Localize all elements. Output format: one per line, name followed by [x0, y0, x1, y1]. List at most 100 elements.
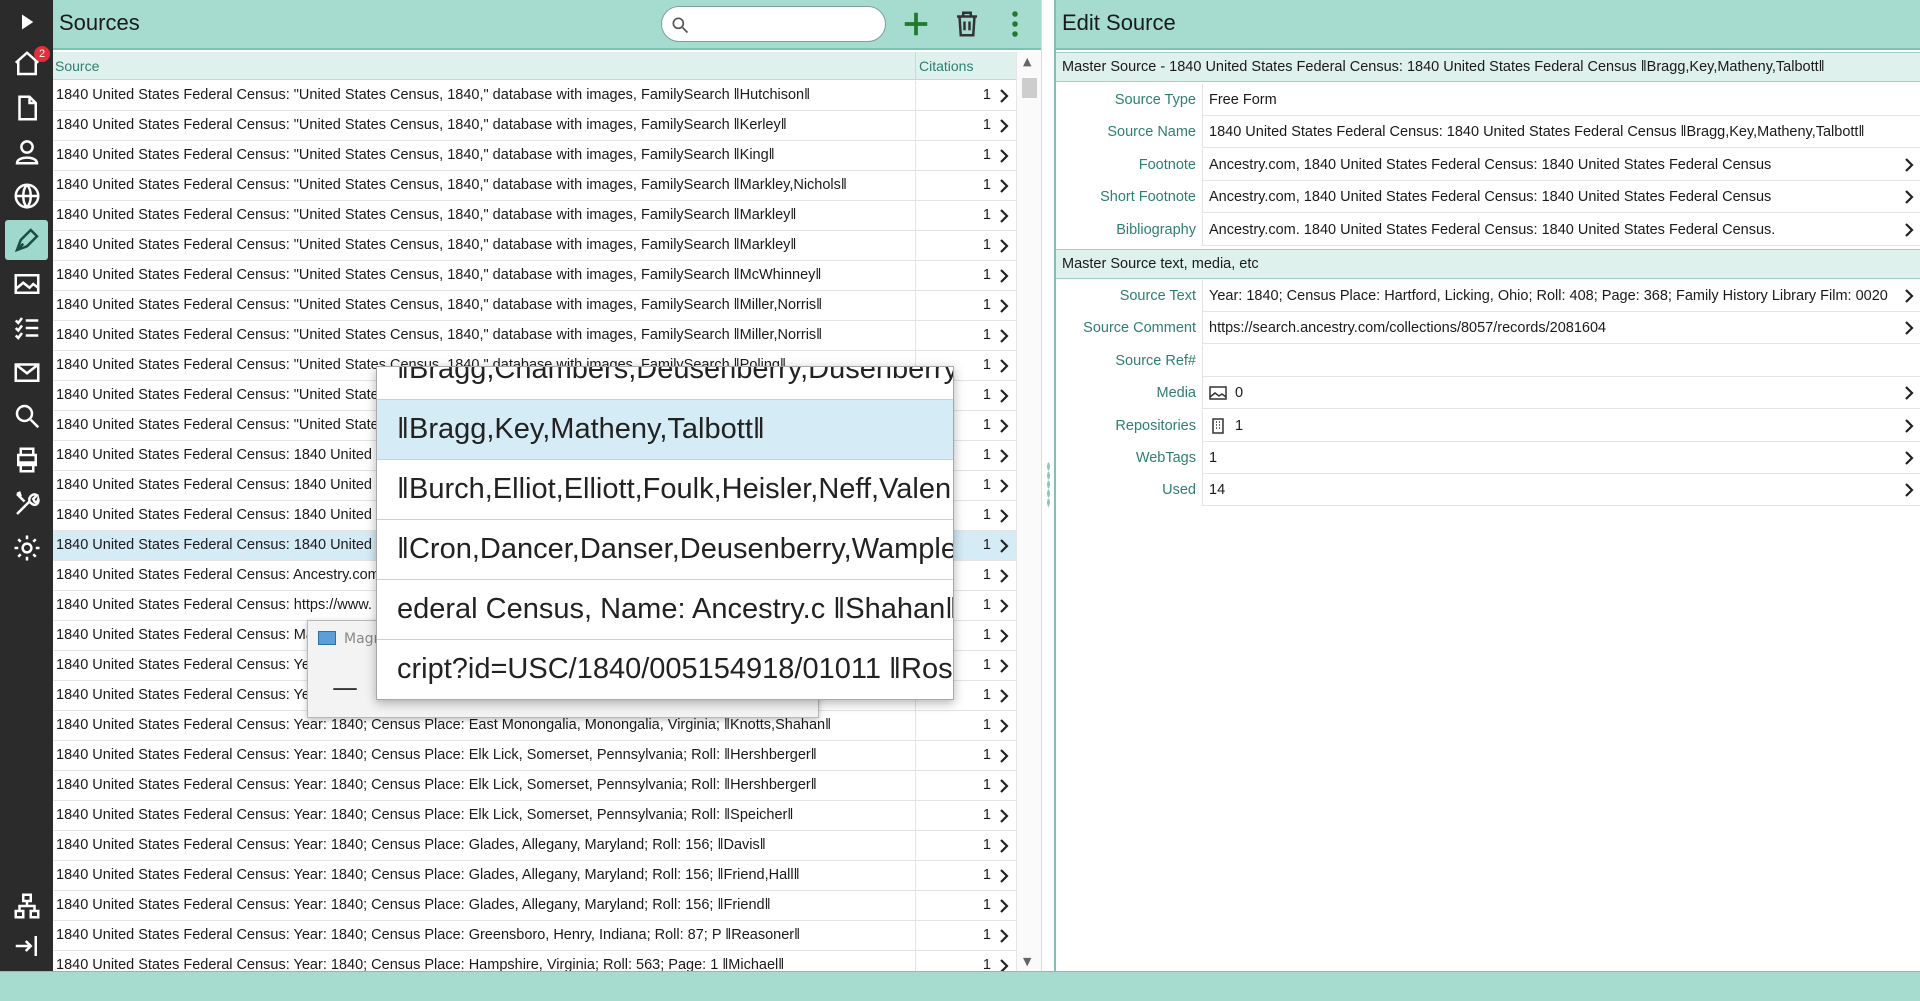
table-row[interactable]: 1840 United States Federal Census: "Unit…	[53, 111, 1016, 141]
chevron-right-icon[interactable]	[997, 808, 1011, 824]
family-tree-icon[interactable]	[5, 886, 48, 926]
scroll-down-icon[interactable]: ▼	[1023, 955, 1031, 968]
source-text-value[interactable]: Year: 1840; Census Place: Hartford, Lick…	[1202, 280, 1920, 312]
chevron-right-icon[interactable]	[1902, 189, 1916, 205]
chevron-right-icon[interactable]	[997, 538, 1011, 554]
table-row[interactable]: 1840 United States Federal Census: Year:…	[53, 861, 1016, 891]
search-input[interactable]	[696, 13, 876, 35]
settings-icon[interactable]	[5, 528, 48, 568]
short-footnote-value[interactable]: Ancestry.com, 1840 United States Federal…	[1202, 181, 1920, 214]
table-row[interactable]: 1840 United States Federal Census: Year:…	[53, 771, 1016, 801]
pen-icon[interactable]	[5, 220, 48, 260]
chevron-right-icon[interactable]	[997, 778, 1011, 794]
logout-icon[interactable]	[5, 926, 48, 966]
image-icon[interactable]	[5, 264, 48, 304]
used-value[interactable]: 14	[1202, 474, 1920, 507]
chevron-right-icon[interactable]	[997, 418, 1011, 434]
chevron-right-icon[interactable]	[1902, 385, 1916, 401]
citation-count: 1	[982, 717, 991, 733]
minimize-icon[interactable]: —	[332, 673, 358, 703]
splitter-grip[interactable]	[1047, 462, 1050, 508]
table-row[interactable]: 1840 United States Federal Census: Year:…	[53, 951, 1016, 971]
chevron-right-icon[interactable]	[997, 598, 1011, 614]
chevron-right-icon[interactable]	[997, 88, 1011, 104]
chevron-right-icon[interactable]	[997, 448, 1011, 464]
table-row[interactable]: 1840 United States Federal Census: "Unit…	[53, 231, 1016, 261]
chevron-right-icon[interactable]	[997, 928, 1011, 944]
citation-count: 1	[982, 177, 991, 193]
chevron-right-icon[interactable]	[997, 118, 1011, 134]
chevron-right-icon[interactable]	[997, 478, 1011, 494]
source-comment-value[interactable]: https://search.ancestry.com/collections/…	[1202, 312, 1920, 345]
chevron-right-icon[interactable]	[997, 268, 1011, 284]
search-icon[interactable]	[5, 396, 48, 436]
column-header-source[interactable]: Source	[55, 58, 99, 74]
chevron-right-icon[interactable]	[997, 178, 1011, 194]
delete-source-button[interactable]	[949, 6, 985, 42]
chevron-right-icon[interactable]	[997, 388, 1011, 404]
footnote-value[interactable]: Ancestry.com, 1840 United States Federal…	[1202, 148, 1920, 181]
chevron-right-icon[interactable]	[997, 748, 1011, 764]
table-row[interactable]: 1840 United States Federal Census: Year:…	[53, 891, 1016, 921]
table-row[interactable]: 1840 United States Federal Census: "Unit…	[53, 141, 1016, 171]
chevron-right-icon[interactable]	[997, 898, 1011, 914]
scroll-thumb[interactable]	[1022, 78, 1037, 98]
table-row[interactable]: 1840 United States Federal Census: "Unit…	[53, 171, 1016, 201]
webtags-value[interactable]: 1	[1202, 442, 1920, 474]
more-options-button[interactable]	[997, 6, 1033, 42]
table-row[interactable]: 1840 United States Federal Census: "Unit…	[53, 201, 1016, 231]
search-box[interactable]	[661, 6, 886, 42]
chevron-right-icon[interactable]	[997, 958, 1011, 971]
chevron-right-icon[interactable]	[1902, 482, 1916, 498]
chevron-right-icon[interactable]	[1902, 418, 1916, 434]
scroll-up-icon[interactable]: ▲	[1023, 55, 1031, 68]
chevron-right-icon[interactable]	[997, 238, 1011, 254]
person-icon[interactable]	[5, 132, 48, 172]
globe-icon[interactable]	[5, 176, 48, 216]
chevron-right-icon[interactable]	[1902, 222, 1916, 238]
chevron-right-icon[interactable]	[997, 838, 1011, 854]
tasks-icon[interactable]	[5, 308, 48, 348]
chevron-right-icon[interactable]	[997, 658, 1011, 674]
table-row[interactable]: 1840 United States Federal Census: Year:…	[53, 921, 1016, 951]
table-row[interactable]: 1840 United States Federal Census: Year:…	[53, 801, 1016, 831]
tools-icon[interactable]	[5, 484, 48, 524]
source-name-value[interactable]: 1840 United States Federal Census: 1840 …	[1202, 116, 1920, 149]
chevron-right-icon[interactable]	[997, 298, 1011, 314]
chevron-right-icon[interactable]	[997, 868, 1011, 884]
table-row[interactable]: 1840 United States Federal Census: "Unit…	[53, 291, 1016, 321]
chevron-right-icon[interactable]	[1902, 288, 1916, 304]
chevron-right-icon[interactable]	[997, 328, 1011, 344]
chevron-right-icon[interactable]	[997, 568, 1011, 584]
chevron-right-icon[interactable]	[997, 628, 1011, 644]
table-row[interactable]: 1840 United States Federal Census: "Unit…	[53, 321, 1016, 351]
document-icon[interactable]	[5, 88, 48, 128]
play-icon[interactable]	[5, 2, 48, 42]
sources-scrollbar[interactable]: ▲ ▼	[1016, 52, 1041, 971]
chevron-right-icon[interactable]	[1902, 450, 1916, 466]
column-header-citations[interactable]: Citations	[919, 58, 973, 74]
table-row[interactable]: 1840 United States Federal Census: "Unit…	[53, 81, 1016, 111]
bibliography-value[interactable]: Ancestry.com. 1840 United States Federal…	[1202, 213, 1920, 246]
repositories-value[interactable]: 1	[1202, 409, 1920, 442]
magnified-item: ‖Cron,Dancer,Danser,Deusenberry,Wample	[397, 533, 954, 565]
mail-icon[interactable]	[5, 352, 48, 392]
table-row[interactable]: 1840 United States Federal Census: "Unit…	[53, 261, 1016, 291]
table-row[interactable]: 1840 United States Federal Census: Year:…	[53, 741, 1016, 771]
field-value: 0	[1235, 385, 1244, 402]
source-ref-value[interactable]	[1202, 344, 1920, 377]
chevron-right-icon[interactable]	[997, 718, 1011, 734]
media-value[interactable]: 0	[1202, 377, 1920, 410]
print-icon[interactable]	[5, 440, 48, 480]
chevron-right-icon[interactable]	[997, 508, 1011, 524]
chevron-right-icon[interactable]	[997, 208, 1011, 224]
chevron-right-icon[interactable]	[1902, 157, 1916, 173]
chevron-right-icon[interactable]	[997, 358, 1011, 374]
source-type-value[interactable]: Free Form	[1202, 84, 1920, 116]
chevron-right-icon[interactable]	[1902, 320, 1916, 336]
chevron-right-icon[interactable]	[997, 688, 1011, 704]
chevron-right-icon[interactable]	[997, 148, 1011, 164]
table-row[interactable]: 1840 United States Federal Census: Year:…	[53, 831, 1016, 861]
panel-splitter[interactable]	[1041, 0, 1054, 971]
add-source-button[interactable]	[898, 6, 934, 42]
